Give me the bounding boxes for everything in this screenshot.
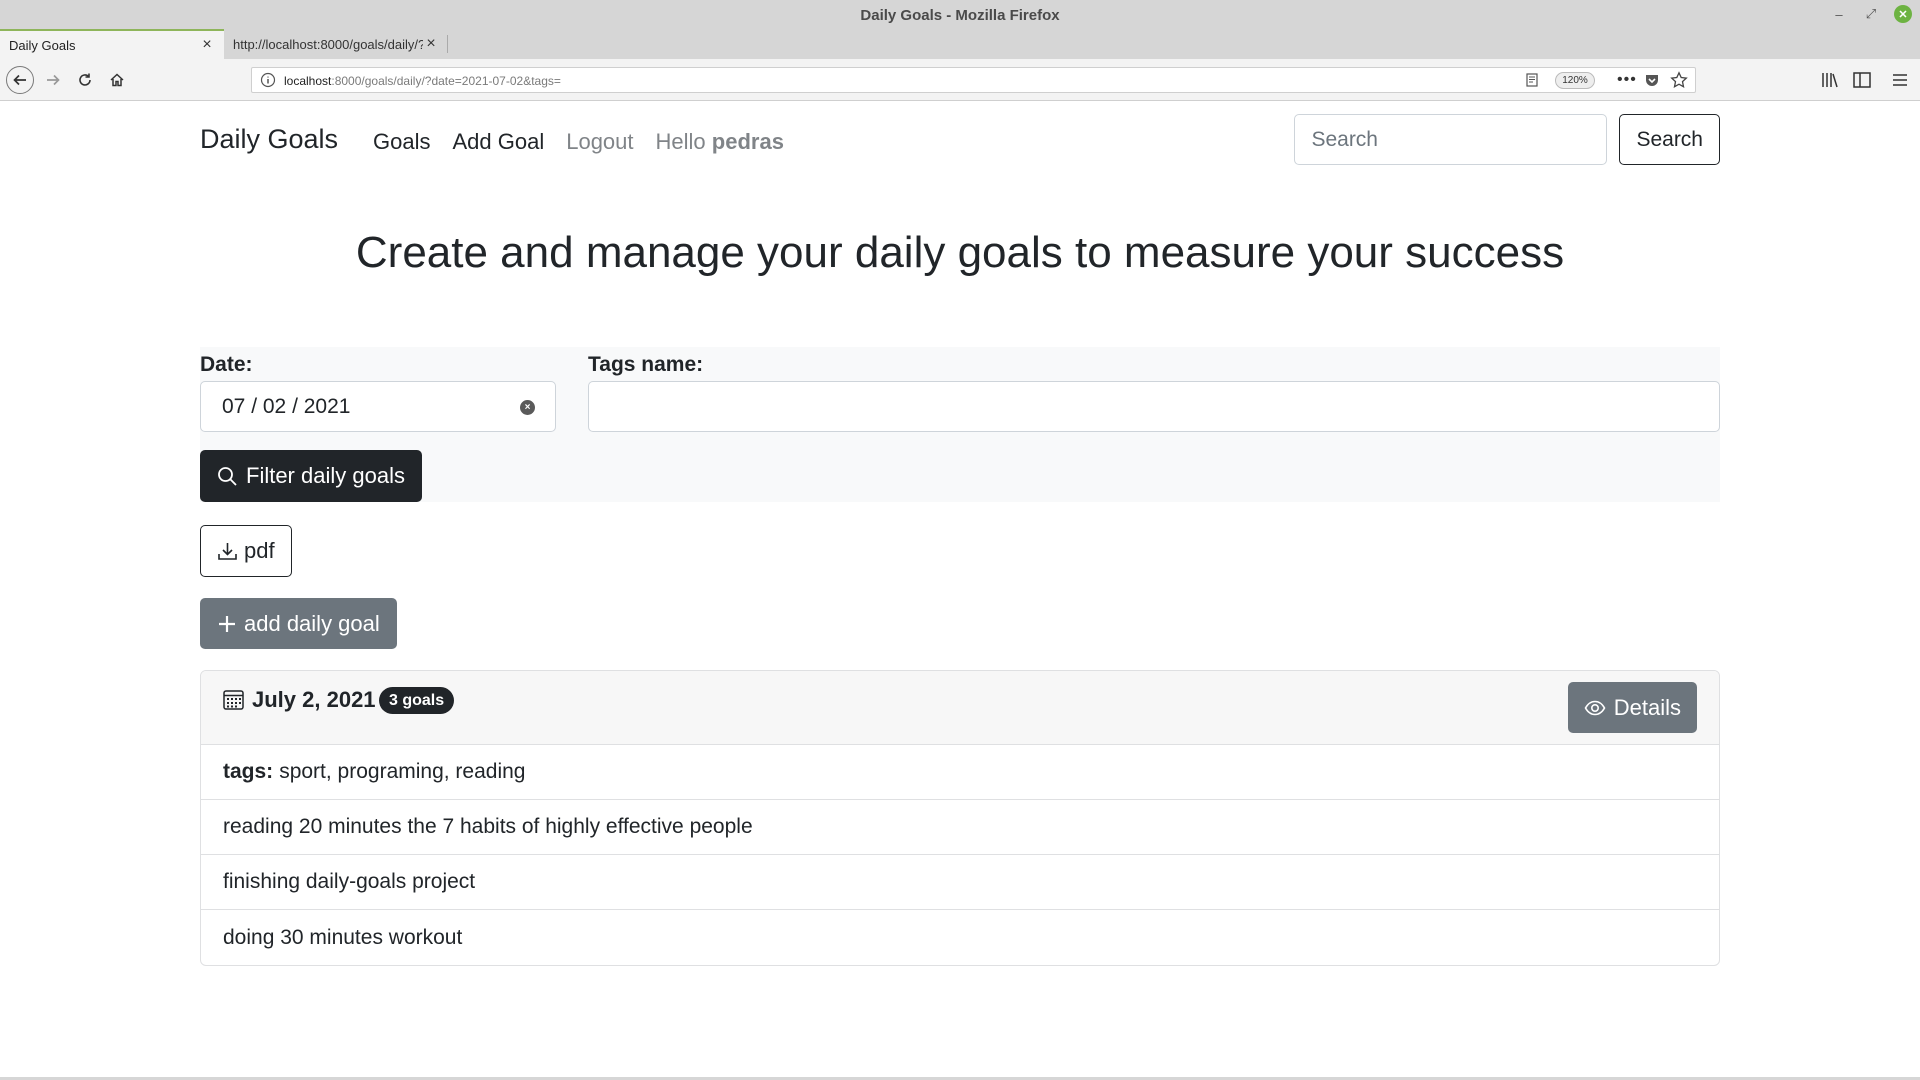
star-icon[interactable] xyxy=(1670,71,1688,89)
brand-link[interactable]: Daily Goals xyxy=(200,124,338,155)
tab-close-icon[interactable]: × xyxy=(199,36,215,54)
goal-count-badge: 3 goals xyxy=(379,687,455,714)
nav-links: Goals Add Goal Logout Hello pedras xyxy=(373,129,784,155)
close-window-icon[interactable]: ✕ xyxy=(1894,5,1912,23)
site-navbar: Daily Goals Goals Add Goal Logout Hello … xyxy=(200,114,1720,166)
list-item: reading 20 minutes the 7 habits of highl… xyxy=(201,800,1719,855)
clear-date-icon[interactable]: × xyxy=(520,400,535,415)
details-button[interactable]: Details xyxy=(1567,682,1697,733)
tags-key: tags: xyxy=(223,760,274,783)
tab-strip: Daily Goals × http://localhost:8000/goal… xyxy=(0,29,1920,84)
filter-button-label: Filter daily goals xyxy=(246,463,405,488)
tags-label: Tags name: xyxy=(588,353,704,376)
menu-icon[interactable] xyxy=(1890,71,1910,89)
reader-icon[interactable] xyxy=(1524,72,1540,88)
search-input[interactable] xyxy=(1294,114,1608,165)
restore-icon[interactable]: ⤢ xyxy=(1862,5,1880,23)
tags-row: tags: sport, programing, reading xyxy=(201,745,1719,800)
back-icon[interactable] xyxy=(6,66,34,94)
url-host: localhost xyxy=(284,74,332,88)
greeting-text: Hello xyxy=(655,129,706,154)
sidebar-icon[interactable] xyxy=(1852,71,1872,89)
zoom-level[interactable]: 120% xyxy=(1555,72,1595,89)
pdf-button-label: pdf xyxy=(244,538,275,563)
add-button-label: add daily goal xyxy=(244,610,380,636)
tags-value: sport, programing, reading xyxy=(279,760,526,783)
window-title: Daily Goals - Mozilla Firefox xyxy=(860,7,1060,24)
search-form: Search xyxy=(1294,114,1720,165)
home-icon[interactable] xyxy=(104,67,130,93)
filter-form: Date: Tags name: 07 / 02 / 2021 × Filter… xyxy=(200,347,1720,502)
list-item: doing 30 minutes workout xyxy=(223,925,463,949)
calendar-icon xyxy=(223,690,244,710)
tab-close-icon[interactable]: × xyxy=(423,35,439,53)
date-value: 07 / 02 / 2021 xyxy=(222,395,351,418)
username: pedras xyxy=(711,129,784,154)
tags-input[interactable] xyxy=(588,381,1720,432)
filter-daily-goals-button[interactable]: Filter daily goals xyxy=(200,450,422,502)
date-label: Date: xyxy=(200,353,253,376)
user-greeting: Hello pedras xyxy=(656,129,784,155)
page-content: Daily Goals Goals Add Goal Logout Hello … xyxy=(0,102,1920,1078)
date-day: 02 xyxy=(262,395,287,418)
forward-icon[interactable] xyxy=(40,67,66,93)
nav-add-goal-link[interactable]: Add Goal xyxy=(452,129,544,155)
tab-label: http://localhost:8000/goals/daily/? xyxy=(233,36,423,52)
tab-label: Daily Goals xyxy=(9,37,76,53)
url-bar[interactable]: localhost:8000/goals/daily/?date=2021-07… xyxy=(251,67,1696,93)
pdf-download-button[interactable]: pdf xyxy=(200,525,292,577)
details-button-label: Details xyxy=(1613,694,1681,720)
tab-daily-goals[interactable]: Daily Goals × xyxy=(0,29,224,59)
library-icon[interactable] xyxy=(1820,71,1840,89)
more-icon[interactable]: ••• xyxy=(1617,71,1637,89)
url-text[interactable]: localhost:8000/goals/daily/?date=2021-07… xyxy=(284,74,561,88)
list-item: finishing daily-goals project xyxy=(201,855,1719,910)
url-path: :8000/goals/daily/?date=2021-07-02&tags= xyxy=(331,74,561,88)
search-icon xyxy=(218,466,237,486)
eye-icon xyxy=(1584,700,1606,715)
info-icon[interactable] xyxy=(260,72,276,88)
tab-localhost[interactable]: http://localhost:8000/goals/daily/? × xyxy=(224,29,448,59)
card-date: July 2, 2021 xyxy=(252,687,376,712)
reload-icon[interactable] xyxy=(72,67,98,93)
search-button[interactable]: Search xyxy=(1619,114,1720,165)
pocket-icon[interactable] xyxy=(1644,72,1660,88)
window-titlebar: Daily Goals - Mozilla Firefox – ⤢ ✕ xyxy=(0,0,1920,29)
page-headline: Create and manage your daily goals to me… xyxy=(355,228,1565,277)
card-header: July 2, 2021 3 goals Details xyxy=(201,671,1719,745)
date-input[interactable]: 07 / 02 / 2021 × xyxy=(200,381,556,432)
daily-goal-card: July 2, 2021 3 goals Details tags: sport… xyxy=(200,670,1720,966)
window-controls: – ⤢ ✕ xyxy=(1830,5,1912,23)
download-icon xyxy=(218,542,237,560)
add-daily-goal-button[interactable]: add daily goal xyxy=(200,598,397,649)
nav-logout-link[interactable]: Logout xyxy=(566,129,633,155)
date-year: 2021 xyxy=(303,395,351,418)
date-month: 07 xyxy=(222,395,246,418)
nav-goals-link[interactable]: Goals xyxy=(373,129,430,155)
minimize-icon[interactable]: – xyxy=(1830,5,1848,23)
browser-toolbar: localhost:8000/goals/daily/?date=2021-07… xyxy=(0,59,1920,101)
plus-icon xyxy=(219,615,235,632)
